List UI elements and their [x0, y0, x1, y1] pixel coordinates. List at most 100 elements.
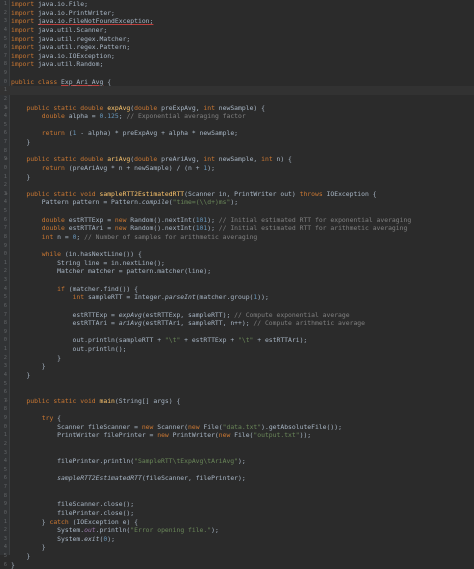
- code-line[interactable]: 2 }: [0, 354, 474, 363]
- code-line[interactable]: 2 System.out.println("Error opening file…: [0, 526, 474, 535]
- code-token: import: [11, 51, 35, 60]
- code-line[interactable]: 5: [0, 380, 474, 389]
- code-text: public static void main(String[] args) {: [11, 397, 180, 406]
- code-line[interactable]: 4 import java.util.Scanner;: [0, 26, 474, 35]
- fold-marker-icon[interactable]: ⊖: [5, 105, 9, 110]
- code-line[interactable]: 6: [0, 388, 474, 397]
- code-token: estRTTAri =: [68, 224, 115, 233]
- fold-marker-icon[interactable]: ⊖: [5, 191, 9, 196]
- code-line[interactable]: 2 Matcher matcher = pattern.matcher(line…: [0, 267, 474, 276]
- code-line[interactable]: 9 ⊖ public static double ariAvg(double pr…: [0, 155, 474, 164]
- code-line[interactable]: 6 double estRTTExp = new Random().nextIn…: [0, 216, 474, 225]
- code-line[interactable]: 3 ⊖ public static void sampleRTT2Estimate…: [0, 190, 474, 199]
- code-line[interactable]: 7 estRTTExp = expAvg(estRTTExp, sampleRT…: [0, 311, 474, 320]
- code-line[interactable]: 4 }: [0, 543, 474, 552]
- code-line[interactable]: 2 import java.io.PrintWriter;: [0, 9, 474, 18]
- code-line[interactable]: 2: [0, 440, 474, 449]
- code-line[interactable]: 9: [0, 69, 474, 78]
- code-line[interactable]: 2: [0, 181, 474, 190]
- code-line[interactable]: 9 fileScanner.close();: [0, 500, 474, 509]
- code-line[interactable]: 1 PrintWriter filePrinter = new PrintWri…: [0, 431, 474, 440]
- code-token: File(: [234, 431, 254, 440]
- code-line[interactable]: 8: [0, 405, 474, 414]
- code-line[interactable]: 1 String line = in.nextLine();: [0, 259, 474, 268]
- code-line[interactable]: 0 return (preAriAvg * n + newSample) / (…: [0, 164, 474, 173]
- code-line[interactable]: 5 int sampleRTT = Integer.parseInt(match…: [0, 293, 474, 302]
- code-line[interactable]: 8: [0, 492, 474, 501]
- code-line[interactable]: 1 out.println();: [0, 345, 474, 354]
- code-token: import: [11, 60, 35, 69]
- code-line[interactable]: 4 if (matcher.find()) {: [0, 285, 474, 294]
- code-line[interactable]: 6 return (1 - alpha) * preExpAvg + alpha…: [0, 129, 474, 138]
- code-line[interactable]: 9: [0, 328, 474, 337]
- code-line[interactable]: 5: [0, 466, 474, 475]
- line-number: 6: [3, 389, 7, 396]
- code-line[interactable]: 2: [0, 95, 474, 104]
- code-line[interactable]: 5 }: [0, 552, 474, 561]
- code-line[interactable]: 4 }: [0, 371, 474, 380]
- line-number: 5: [3, 121, 7, 128]
- code-token: n =: [57, 232, 73, 241]
- code-token: int: [203, 103, 219, 112]
- line-number: 7: [3, 139, 7, 145]
- code-line[interactable]: 0 while (in.hasNextLine()) {: [0, 250, 474, 259]
- code-line[interactable]: 6}: [0, 561, 474, 569]
- line-number: 5: [3, 294, 7, 301]
- code-text: import java.util.regex.Pattern;: [11, 43, 130, 52]
- code-token: String line = in.nextLine();: [11, 258, 165, 267]
- code-line[interactable]: 8 int n = 0; // Number of samples for ar…: [0, 233, 474, 242]
- line-number: 1: [3, 259, 7, 266]
- code-line[interactable]: 3 }: [0, 362, 474, 371]
- code-text: if (matcher.find()) {: [11, 285, 138, 294]
- code-line[interactable]: 5: [0, 207, 474, 216]
- code-line[interactable]: 0 filePrinter.close();: [0, 509, 474, 518]
- fold-marker-icon[interactable]: ⊖: [5, 157, 9, 161]
- code-token: import: [11, 17, 35, 26]
- code-text: Scanner fileScanner = new Scanner(new Fi…: [11, 423, 342, 432]
- code-line[interactable]: 0 public class Exp_Ari_Avg {: [0, 78, 474, 87]
- code-line[interactable]: 1 import java.io.File;: [0, 0, 474, 9]
- code-line[interactable]: 1: [0, 86, 474, 95]
- code-line[interactable]: 7 ⊖ public static void main(String[] args…: [0, 397, 474, 406]
- code-token: newSample) {: [218, 103, 265, 112]
- code-line[interactable]: 4 filePrinter.println("SampleRTT\tExpAvg…: [0, 457, 474, 466]
- code-token: compile: [141, 198, 169, 207]
- code-line[interactable]: 6 sampleRTT2EstimatedRTT(fileScanner, fi…: [0, 474, 474, 483]
- code-line[interactable]: 4 Pattern pattern = Pattern.compile("tim…: [0, 198, 474, 207]
- code-line[interactable]: 8 estRTTAri = ariAvg(estRTTAri, sampleRT…: [0, 319, 474, 328]
- code-line[interactable]: 8 import java.util.Random;: [0, 60, 474, 69]
- code-line[interactable]: 7 import java.io.IOException;: [0, 52, 474, 61]
- code-line[interactable]: 8: [0, 147, 474, 156]
- code-line[interactable]: 7 double estRTTAri = new Random().nextIn…: [0, 224, 474, 233]
- code-line[interactable]: 1 } catch (IOException e) {: [0, 518, 474, 527]
- code-line[interactable]: 9: [0, 242, 474, 251]
- code-line[interactable]: 3 ⊖ public static double expAvg(double pr…: [0, 104, 474, 113]
- code-line[interactable]: 3: [0, 449, 474, 458]
- code-line[interactable]: 0 Scanner fileScanner = new Scanner(new …: [0, 423, 474, 432]
- code-token: Scanner(: [157, 422, 188, 431]
- code-line[interactable]: 6 import java.util.regex.Pattern;: [0, 43, 474, 52]
- code-line[interactable]: 3: [0, 276, 474, 285]
- code-editor[interactable]: 1 import java.io.File; 2 import java.io.Pri…: [0, 0, 474, 569]
- code-token: ;: [76, 232, 85, 241]
- code-line[interactable]: 3 import java.io.FileNotFoundException;: [0, 17, 474, 26]
- code-line[interactable]: 5 import java.util.regex.Matcher;: [0, 35, 474, 44]
- code-line[interactable]: 7 }: [0, 138, 474, 147]
- line-number: 8: [3, 233, 7, 240]
- code-token: (matcher.find()) {: [68, 284, 138, 293]
- code-token: new: [157, 431, 173, 440]
- code-line[interactable]: 5: [0, 121, 474, 130]
- code-line[interactable]: 0 out.println(sampleRTT + "\t" + estRTTE…: [0, 336, 474, 345]
- code-line[interactable]: 1 }: [0, 173, 474, 182]
- code-line[interactable]: 4 double alpha = 0.125; // Exponential a…: [0, 112, 474, 121]
- code-line[interactable]: 3 System.exit(0);: [0, 535, 474, 544]
- code-line[interactable]: 9 try {: [0, 414, 474, 423]
- fold-marker-icon[interactable]: ⊖: [5, 398, 9, 403]
- code-token: }: [11, 370, 31, 379]
- code-area[interactable]: 1 import java.io.File; 2 import java.io.Pri…: [0, 0, 474, 569]
- line-number: 0: [3, 251, 7, 258]
- code-line[interactable]: 6: [0, 302, 474, 311]
- code-line[interactable]: 7: [0, 483, 474, 492]
